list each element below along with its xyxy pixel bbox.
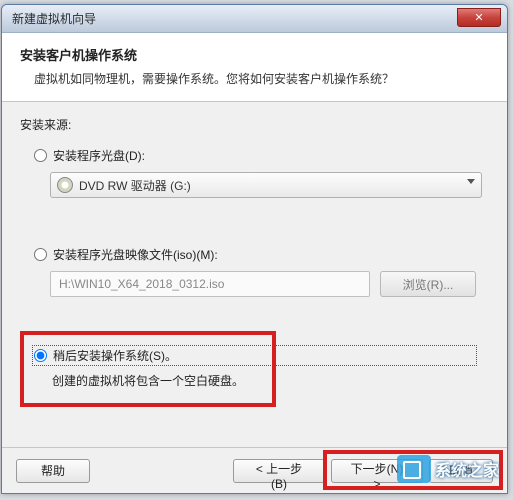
header-subtitle: 虚拟机如同物理机，需要操作系统。您将如何安装客户机操作系统？ — [34, 70, 489, 87]
radio-later-desc: 创建的虚拟机将包含一个空白硬盘。 — [52, 372, 475, 389]
radio-iso-input[interactable] — [34, 248, 47, 261]
highlight-box-option — [20, 331, 276, 407]
browse-button[interactable]: 浏览(R)... — [380, 271, 476, 297]
radio-disc-label: 安装程序光盘(D): — [53, 147, 145, 164]
back-button[interactable]: < 上一步(B) — [233, 459, 325, 483]
close-icon: ✕ — [474, 11, 483, 24]
close-button[interactable]: ✕ — [457, 8, 501, 27]
body-pane: 安装来源: 安装程序光盘(D): DVD RW 驱动器 (G:) 安装程序光盘映… — [2, 102, 507, 447]
header-title: 安装客户机操作系统 — [20, 45, 489, 64]
window-title: 新建虚拟机向导 — [12, 10, 96, 27]
radio-later-label: 稍后安装操作系统(S)。 — [53, 347, 177, 364]
drive-combobox[interactable]: DVD RW 驱动器 (G:) — [50, 172, 482, 198]
help-button[interactable]: 帮助 — [16, 459, 90, 483]
header-pane: 安装客户机操作系统 虚拟机如同物理机，需要操作系统。您将如何安装客户机操作系统？ — [2, 33, 507, 102]
chevron-down-icon — [467, 179, 475, 184]
radio-disc-input[interactable] — [34, 149, 47, 162]
cancel-button[interactable]: 取消 — [429, 459, 493, 483]
radio-install-later[interactable]: 稍后安装操作系统(S)。 — [34, 347, 475, 364]
wizard-window: 新建虚拟机向导 ✕ 安装客户机操作系统 虚拟机如同物理机，需要操作系统。您将如何… — [1, 4, 508, 494]
titlebar[interactable]: 新建虚拟机向导 ✕ — [2, 5, 507, 33]
install-source-label: 安装来源: — [20, 116, 489, 133]
drive-combobox-value: DVD RW 驱动器 (G:) — [79, 177, 191, 194]
footer: 帮助 < 上一步(B) 下一步(N) > 取消 系统之家 — [2, 447, 507, 493]
radio-install-from-iso[interactable]: 安装程序光盘映像文件(iso)(M): — [34, 246, 489, 263]
radio-install-from-disc[interactable]: 安装程序光盘(D): — [34, 147, 489, 164]
iso-path-input[interactable] — [50, 271, 370, 297]
radio-later-input[interactable] — [34, 349, 47, 362]
disc-icon — [57, 177, 73, 193]
radio-iso-label: 安装程序光盘映像文件(iso)(M): — [53, 246, 218, 263]
next-button[interactable]: 下一步(N) > — [331, 459, 423, 483]
